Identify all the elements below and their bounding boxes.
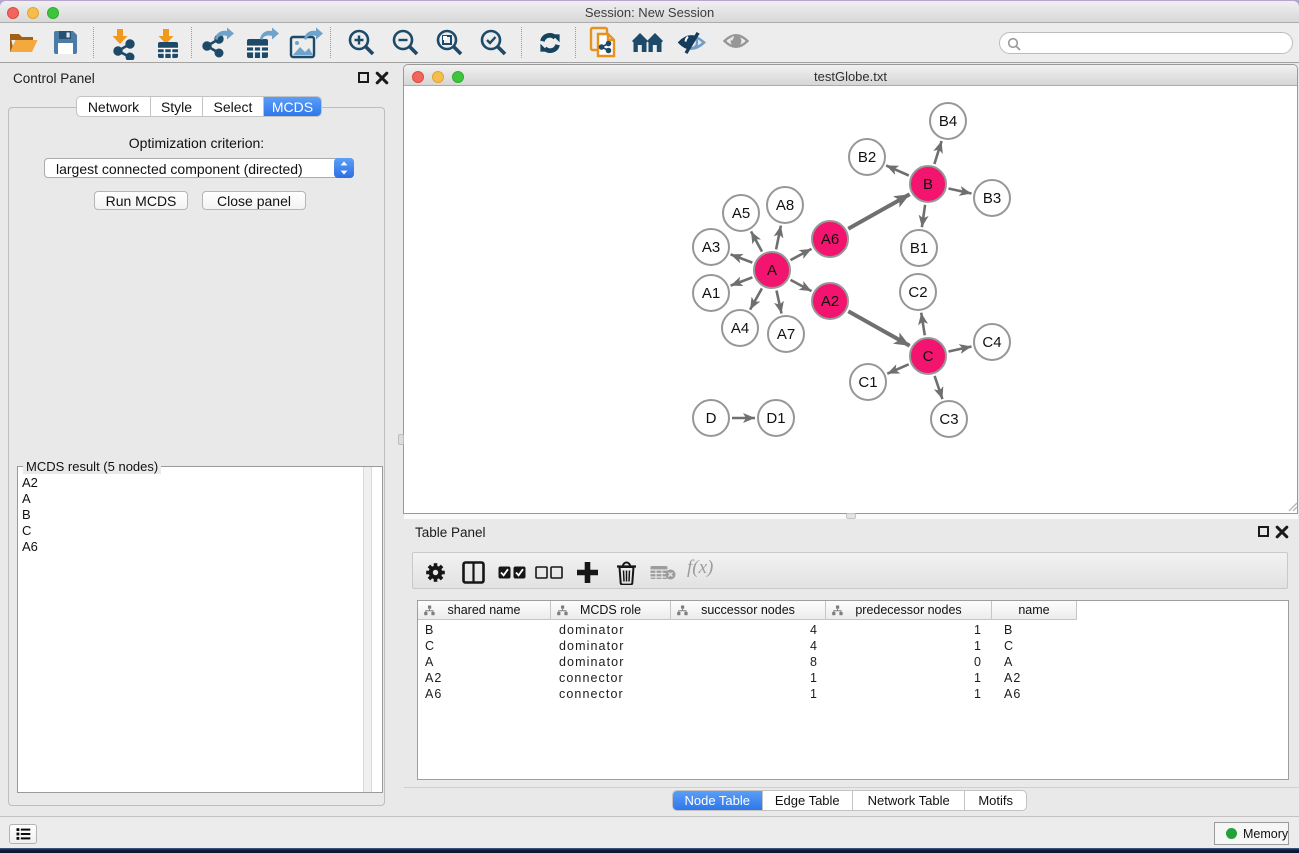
- svg-text:C: C: [923, 348, 934, 365]
- svg-text:A3: A3: [702, 239, 720, 256]
- svg-text:A6: A6: [821, 231, 839, 248]
- svg-text:A5: A5: [732, 205, 750, 222]
- svg-text:D: D: [706, 410, 717, 427]
- svg-text:A7: A7: [777, 326, 795, 343]
- svg-text:A1: A1: [702, 285, 720, 302]
- svg-text:C3: C3: [939, 411, 958, 428]
- svg-text:D1: D1: [766, 410, 785, 427]
- svg-text:C4: C4: [982, 334, 1001, 351]
- svg-text:B4: B4: [939, 113, 957, 130]
- svg-text:A4: A4: [731, 320, 749, 337]
- svg-text:B: B: [923, 176, 933, 193]
- svg-text:B3: B3: [983, 190, 1001, 207]
- svg-text:B1: B1: [910, 240, 928, 257]
- svg-text:C1: C1: [858, 374, 877, 391]
- svg-text:C2: C2: [908, 284, 927, 301]
- svg-text:A: A: [767, 262, 777, 279]
- svg-text:A2: A2: [821, 293, 839, 310]
- svg-text:A8: A8: [776, 197, 794, 214]
- svg-text:B2: B2: [858, 149, 876, 166]
